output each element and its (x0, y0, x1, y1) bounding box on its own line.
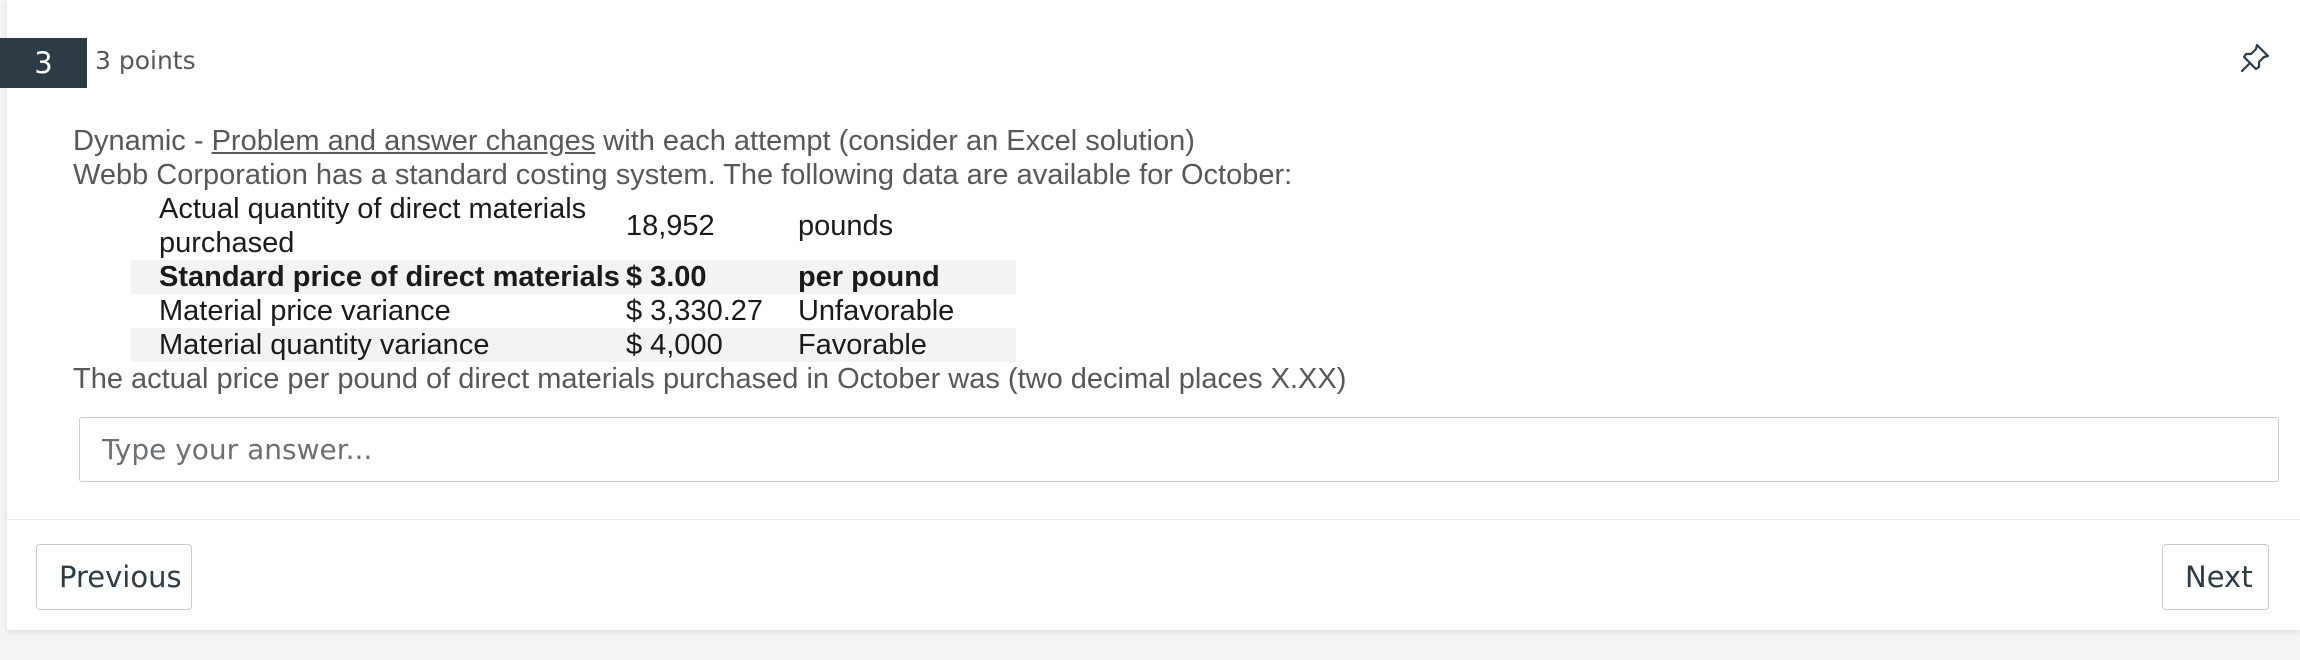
scenario-text: Webb Corporation has a standard costing … (73, 159, 1293, 191)
data-table: Actual quantity of direct materials purc… (131, 192, 1016, 362)
table-row: Material price variance $ 3,330.27 Unfav… (131, 294, 1016, 328)
row-value: $ 3,330.27 (625, 295, 764, 327)
question-points: 3 points (95, 46, 196, 75)
row-value: 18,952 (625, 210, 715, 242)
question-card: 3 3 points Dynamic - Problem and answer … (0, 0, 2300, 630)
row-value: $ 4,000 (619, 328, 792, 362)
problem-changes-link: Problem and answer changes (211, 125, 596, 157)
previous-button[interactable]: Previous (36, 544, 192, 610)
question-number-badge: 3 (0, 38, 87, 88)
row-label: Standard price of direct materials (131, 260, 620, 294)
row-value: $ 3.00 (619, 260, 792, 294)
intro-line: Dynamic - Problem and answer changes wit… (73, 124, 2273, 158)
footer-divider (7, 519, 2300, 520)
question-body: Dynamic - Problem and answer changes wit… (73, 124, 2273, 396)
row-unit: Favorable (791, 328, 1016, 362)
row-unit: pounds (797, 210, 894, 242)
row-unit: Unfavorable (797, 295, 955, 327)
row-label: Material quantity variance (131, 328, 620, 362)
question-text: The actual price per pound of direct mat… (73, 363, 1347, 395)
pushpin-icon[interactable] (2237, 40, 2273, 76)
row-unit: per pound (791, 260, 1016, 294)
row-label: Material price variance (159, 295, 451, 327)
next-button[interactable]: Next (2162, 544, 2269, 610)
row-label: Actual quantity of direct materials purc… (159, 193, 587, 259)
table-row: Material quantity variance $ 4,000 Favor… (131, 328, 1016, 362)
answer-input[interactable] (79, 417, 2279, 482)
table-row: Actual quantity of direct materials purc… (131, 192, 1016, 260)
intro-prefix: Dynamic - (73, 125, 212, 157)
intro-suffix: with each attempt (consider an Excel sol… (595, 125, 1195, 157)
table-row: Standard price of direct materials $ 3.0… (131, 260, 1016, 294)
